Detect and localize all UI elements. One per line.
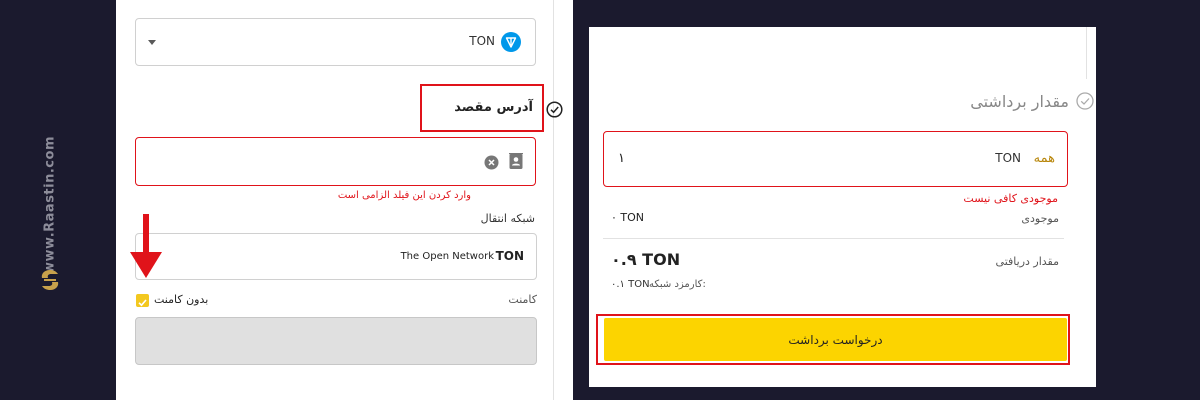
address-book-icon[interactable]	[509, 153, 523, 170]
network-fee-label: کارمزد شبکه:	[649, 279, 706, 290]
balance-label: موجودی	[1021, 212, 1059, 225]
network-name: The Open Network	[400, 251, 494, 262]
amount-title: مقدار برداشتی	[970, 92, 1069, 111]
withdraw-form-panel: TON آدرس مقصد وارد کردن این فیلد الزامی …	[116, 0, 573, 400]
network-fee-value: ۰.۱ TON	[611, 279, 650, 290]
step-check-icon	[1076, 92, 1094, 110]
receive-value: ۰.۹ TON	[611, 250, 681, 269]
network-label: شبکه انتقال	[480, 212, 535, 225]
network-code: TON	[495, 249, 524, 263]
watermark-text: www.Raastin.com	[42, 136, 58, 274]
destination-address-input[interactable]	[135, 137, 536, 186]
clear-icon[interactable]	[484, 155, 499, 170]
raastin-logo-icon	[41, 270, 59, 290]
divider	[603, 238, 1064, 239]
receive-label: مقدار دریافتی	[995, 255, 1059, 268]
destination-title-highlight: آدرس مقصد	[420, 84, 544, 132]
amount-panel: مقدار برداشتی همه TON ۱ موجودی کافی نیست…	[589, 27, 1096, 387]
address-error-text: وارد کردن این فیلد الزامی است	[337, 190, 471, 201]
withdraw-request-button[interactable]: درخواست برداشت	[604, 318, 1067, 361]
network-select[interactable]: TON The Open Network	[135, 233, 537, 280]
comment-input[interactable]	[135, 317, 537, 365]
submit-highlight: درخواست برداشت	[596, 314, 1070, 365]
panel-divider	[1086, 27, 1087, 79]
watermark: www.Raastin.com	[0, 0, 100, 400]
chevron-down-icon	[148, 40, 156, 45]
amount-value: ۱	[618, 151, 625, 166]
panel-divider	[553, 0, 554, 400]
coin-select-label: TON	[469, 34, 495, 48]
balance-value: ۰ TON	[611, 211, 645, 224]
withdraw-amount-input[interactable]: همه TON ۱	[603, 131, 1068, 187]
comment-label: کامنت	[508, 293, 537, 306]
no-comment-checkbox[interactable]	[136, 294, 149, 307]
coin-select[interactable]: TON	[135, 18, 536, 66]
step-check-icon	[546, 101, 563, 118]
annotation-arrow-icon	[130, 214, 162, 278]
no-comment-label: بدون کامنت	[154, 293, 209, 306]
amount-coin: TON	[995, 151, 1021, 165]
all-button[interactable]: همه	[1034, 151, 1055, 166]
ton-logo-icon	[501, 32, 521, 52]
destination-title: آدرس مقصد	[454, 100, 533, 115]
amount-error-text: موجودی کافی نیست	[963, 192, 1058, 205]
check-icon	[138, 299, 147, 307]
